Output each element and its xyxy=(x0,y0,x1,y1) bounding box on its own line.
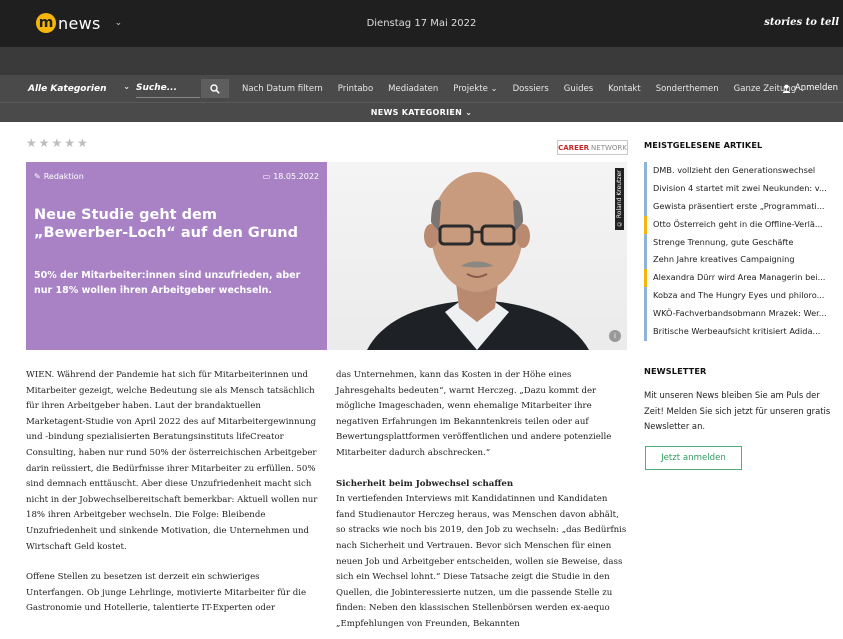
chevron-down-icon: ⌄ xyxy=(123,82,130,91)
nav-link-sonderthemen[interactable]: Sonderthemen xyxy=(656,84,719,94)
article-author: Redaktion xyxy=(43,172,84,181)
most-read-heading: MEISTGELESENE ARTIKEL xyxy=(644,140,763,150)
calendar-icon: ▭ xyxy=(262,172,271,181)
most-read-list: DMB. vollzieht den Generationswechsel Di… xyxy=(644,162,837,341)
nav-link-printabo[interactable]: Printabo xyxy=(338,84,373,94)
article-paragraph: WIEN. Während der Pandemie hat sich für … xyxy=(26,370,318,552)
search-icon xyxy=(210,83,220,94)
career-badge-rest: NETWORK xyxy=(591,143,627,152)
category-select[interactable]: Alle Kategorien ⌄ xyxy=(28,80,132,97)
list-item[interactable]: Division 4 startet mit zwei Neukunden: v… xyxy=(644,179,837,198)
career-network-badge[interactable]: CAREER NETWORK xyxy=(557,140,628,155)
article-hero: ✎ Redaktion ▭ 18.05.2022 Neue Studie geh… xyxy=(26,162,627,350)
article-column-left: WIEN. Während der Pandemie hat sich für … xyxy=(26,368,318,632)
article-title: Neue Studie geht dem „Bewerber-Loch“ auf… xyxy=(34,207,299,241)
current-date: Dienstag 17 Mai 2022 xyxy=(366,18,477,29)
nav-link-projekte[interactable]: Projekte ⌄ xyxy=(453,84,497,94)
career-badge-bold: CAREER xyxy=(558,143,590,152)
login-label: Anmelden xyxy=(794,83,838,93)
hero-text-panel: ✎ Redaktion ▭ 18.05.2022 Neue Studie geh… xyxy=(26,162,327,350)
article-meta: ✎ Redaktion ▭ 18.05.2022 xyxy=(34,172,319,181)
nav-bar: Alle Kategorien ⌄ Nach Datum filtern Pri… xyxy=(0,75,843,102)
nav-link-kontakt[interactable]: Kontakt xyxy=(608,84,641,94)
subscribe-button[interactable]: Jetzt anmelden xyxy=(645,446,742,470)
portrait-illustration xyxy=(367,172,589,350)
category-bar: NEWS KATEGORIEN ⌄ xyxy=(0,102,843,122)
article-paragraph: das Unternehmen, kann das Kosten in der … xyxy=(336,370,612,458)
tagline: stories to tell xyxy=(764,17,839,28)
user-icon xyxy=(782,84,791,93)
list-item[interactable]: WKÖ-Fachverbandsobmann Mrazek: Wer... xyxy=(644,305,837,324)
list-item[interactable]: Gewista präsentiert erste „Programmati..… xyxy=(644,197,837,216)
list-item[interactable]: Alexandra Dürr wird Area Managerin bei..… xyxy=(644,269,837,288)
newsletter-heading: NEWSLETTER xyxy=(644,366,707,376)
category-select-value: Alle Kategorien xyxy=(28,83,107,94)
search-input[interactable] xyxy=(136,79,200,98)
list-item[interactable]: Zehn Jahre kreatives Campaigning xyxy=(644,251,837,270)
rating-stars[interactable]: ★★★★★ xyxy=(26,136,90,150)
news-categories-toggle[interactable]: NEWS KATEGORIEN ⌄ xyxy=(0,108,843,117)
nav-links: Nach Datum filtern Printabo Mediadaten P… xyxy=(242,75,821,102)
article-subtitle: 50% der Mitarbeiter:innen sind unzufried… xyxy=(34,270,301,296)
search-button[interactable] xyxy=(201,79,229,98)
list-item[interactable]: Strenge Trennung, gute Geschäfte xyxy=(644,233,837,252)
article-date: 18.05.2022 xyxy=(273,172,319,181)
photo-credit: © Roland Kreutzer xyxy=(615,168,624,230)
article-paragraph: Offene Stellen zu besetzen ist derzeit e… xyxy=(26,572,307,614)
article-paragraph: In vertiefenden Interviews mit Kandidati… xyxy=(336,494,627,629)
newsletter-text: Mit unseren News bleiben Sie am Puls der… xyxy=(644,390,831,431)
article-photo: © Roland Kreutzer i xyxy=(327,162,627,350)
top-bar: m news ⌄ Dienstag 17 Mai 2022 stories to… xyxy=(0,0,843,47)
article-subheading: Sicherheit beim Jobwechsel schaffen xyxy=(336,478,514,489)
list-item[interactable]: Britische Werbeaufsicht kritisiert Adida… xyxy=(644,323,837,341)
list-item[interactable]: DMB. vollzieht den Generationswechsel xyxy=(644,162,837,180)
login-button[interactable]: Anmelden xyxy=(782,83,838,93)
article-column-right: das Unternehmen, kann das Kosten in der … xyxy=(336,368,628,639)
list-item[interactable]: Otto Österreich geht in die Offline-Verl… xyxy=(644,215,837,234)
nav-link-dossiers[interactable]: Dossiers xyxy=(513,84,549,94)
sub-bar xyxy=(0,47,843,75)
info-icon[interactable]: i xyxy=(609,330,621,342)
nav-link-mediadaten[interactable]: Mediadaten xyxy=(388,84,438,94)
nav-link-guides[interactable]: Guides xyxy=(564,84,593,94)
list-item[interactable]: Kobza and The Hungry Eyes und philoro... xyxy=(644,287,837,306)
nav-link-datum[interactable]: Nach Datum filtern xyxy=(242,84,323,94)
pencil-icon: ✎ xyxy=(34,172,41,181)
